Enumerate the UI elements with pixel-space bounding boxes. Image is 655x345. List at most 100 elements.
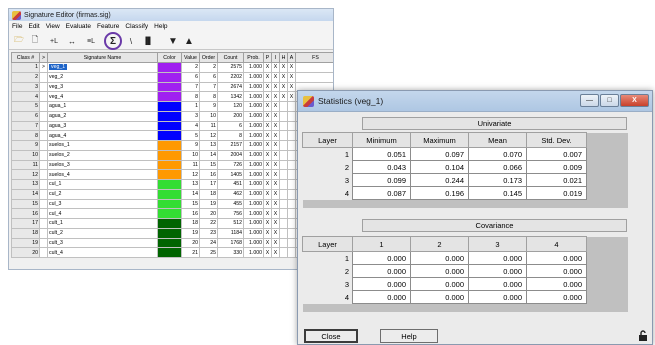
table-row[interactable]: 2 veg_2 6 6 2202 1.000 X X X X — [11, 71, 333, 83]
col-header[interactable]: Color — [157, 52, 182, 63]
parallelepiped-flag[interactable]: X — [263, 149, 272, 161]
covariance-value-cell[interactable]: 0.000 — [352, 277, 411, 291]
value-cell[interactable]: 7 — [181, 81, 200, 93]
table-row[interactable]: 7 agua_3 4 11 6 1.000 X X — [11, 120, 333, 132]
col-header[interactable]: Class # — [11, 52, 40, 63]
signature-name[interactable]: agua_4 — [47, 130, 158, 141]
color-swatch[interactable] — [157, 101, 182, 112]
value-cell[interactable]: 14 — [181, 188, 200, 200]
order-cell[interactable]: 8 — [199, 91, 218, 102]
covariance-value-cell[interactable]: 0.000 — [526, 277, 587, 291]
color-swatch[interactable] — [157, 208, 182, 219]
order-cell[interactable]: 6 — [199, 71, 218, 83]
hide-flag[interactable] — [279, 208, 288, 219]
menu-edit[interactable]: Edit — [28, 23, 39, 30]
col-header[interactable]: Signature Name — [47, 52, 158, 63]
col-header[interactable]: FS — [295, 52, 333, 63]
covariance-value-cell[interactable]: 0.000 — [410, 290, 469, 304]
invert-flag[interactable]: X — [271, 140, 280, 151]
analyze-flag[interactable]: X — [287, 91, 296, 102]
order-cell[interactable]: 7 — [199, 81, 218, 93]
hide-flag[interactable] — [279, 218, 288, 229]
hide-flag[interactable] — [279, 130, 288, 141]
univariate-value-cell[interactable]: 0.070 — [468, 147, 527, 161]
signature-name[interactable]: cul_3 — [47, 198, 158, 210]
covariance-value-cell[interactable]: 0.000 — [526, 264, 587, 278]
color-swatch[interactable] — [157, 169, 182, 180]
parallelepiped-flag[interactable]: X — [263, 120, 272, 132]
covariance-value-cell[interactable]: 0.000 — [468, 277, 527, 291]
add-signature-icon[interactable]: +L — [47, 35, 61, 47]
color-swatch[interactable] — [157, 247, 182, 258]
col-header[interactable]: Prob. — [243, 52, 264, 63]
prob-cell[interactable]: 1.000 — [243, 149, 264, 161]
order-cell[interactable]: 2 — [199, 62, 218, 73]
menu-feature[interactable]: Feature — [97, 23, 119, 30]
value-cell[interactable]: 18 — [181, 218, 200, 229]
signature-name[interactable]: cult_4 — [47, 247, 158, 258]
prob-cell[interactable]: 1.000 — [243, 140, 264, 151]
color-swatch[interactable] — [157, 159, 182, 171]
invert-flag[interactable]: X — [271, 218, 280, 229]
value-cell[interactable]: 15 — [181, 198, 200, 210]
univariate-value-cell[interactable]: 0.104 — [410, 160, 469, 174]
prob-cell[interactable]: 1.000 — [243, 208, 264, 219]
analyze-flag[interactable]: X — [287, 71, 296, 83]
analyze-flag[interactable]: X — [287, 62, 296, 73]
invert-flag[interactable]: X — [271, 227, 280, 239]
signature-name[interactable]: veg_2 — [47, 71, 158, 83]
signature-name[interactable]: veg_3 — [47, 81, 158, 93]
value-cell[interactable]: 16 — [181, 208, 200, 219]
invert-flag[interactable]: X — [271, 62, 280, 73]
analyze-flag[interactable] — [287, 218, 296, 229]
value-cell[interactable]: 3 — [181, 110, 200, 122]
order-cell[interactable]: 12 — [199, 130, 218, 141]
prob-cell[interactable]: 1.000 — [243, 130, 264, 141]
new-file-icon[interactable]: 🗋 — [29, 35, 41, 47]
table-row[interactable]: 3 veg_3 7 7 2674 1.000 X X X X — [11, 81, 333, 93]
col-header[interactable]: P — [263, 52, 272, 63]
order-cell[interactable]: 14 — [199, 149, 218, 161]
signature-name[interactable]: cul_2 — [47, 188, 158, 200]
menu-classify[interactable]: Classify — [125, 23, 148, 30]
univariate-value-cell[interactable]: 0.087 — [352, 186, 411, 200]
parallelepiped-flag[interactable]: X — [263, 218, 272, 229]
histogram-icon[interactable]: ▐▌ — [141, 35, 155, 47]
invert-flag[interactable]: X — [271, 149, 280, 161]
menu-help[interactable]: Help — [154, 23, 167, 30]
univariate-value-cell[interactable]: 0.051 — [352, 147, 411, 161]
parallelepiped-flag[interactable]: X — [263, 227, 272, 239]
prob-cell[interactable]: 1.000 — [243, 169, 264, 180]
table-row[interactable]: 5 agua_1 1 9 120 1.000 X X — [11, 101, 333, 112]
invert-flag[interactable]: X — [271, 101, 280, 112]
value-cell[interactable]: 19 — [181, 227, 200, 239]
parallelepiped-flag[interactable]: X — [263, 247, 272, 258]
col-header[interactable]: Value — [181, 52, 200, 63]
univariate-value-cell[interactable]: 0.007 — [526, 147, 587, 161]
minimize-button[interactable]: — — [580, 94, 599, 107]
hide-flag[interactable] — [279, 188, 288, 200]
signature-editor-titlebar[interactable]: Signature Editor (firmas.sig) — [9, 9, 333, 21]
order-cell[interactable]: 13 — [199, 140, 218, 151]
col-header[interactable]: I — [271, 52, 280, 63]
merge-signatures-icon[interactable]: ≡L — [83, 35, 99, 47]
close-button[interactable]: Close — [304, 329, 358, 343]
move-down-icon[interactable]: ▼ — [167, 35, 179, 47]
value-cell[interactable]: 8 — [181, 91, 200, 102]
color-swatch[interactable] — [157, 71, 182, 83]
prob-cell[interactable]: 1.000 — [243, 62, 264, 73]
hide-flag[interactable]: X — [279, 71, 288, 83]
table-row[interactable]: 19 cult_3 20 24 1768 1.000 X X — [11, 237, 333, 249]
table-row[interactable]: 9 suelos_1 9 13 2157 1.000 X X — [11, 140, 333, 151]
univariate-value-cell[interactable]: 0.066 — [468, 160, 527, 174]
table-row[interactable]: 12 suelos_4 12 16 1405 1.000 X X — [11, 169, 333, 180]
col-header[interactable]: > — [39, 52, 48, 63]
parallelepiped-flag[interactable]: X — [263, 159, 272, 171]
color-swatch[interactable] — [157, 218, 182, 229]
invert-flag[interactable]: X — [271, 237, 280, 249]
covariance-value-cell[interactable]: 0.000 — [526, 290, 587, 304]
parallelepiped-flag[interactable]: X — [263, 179, 272, 190]
color-swatch[interactable] — [157, 237, 182, 249]
invert-flag[interactable]: X — [271, 169, 280, 180]
univariate-value-cell[interactable]: 0.019 — [526, 186, 587, 200]
